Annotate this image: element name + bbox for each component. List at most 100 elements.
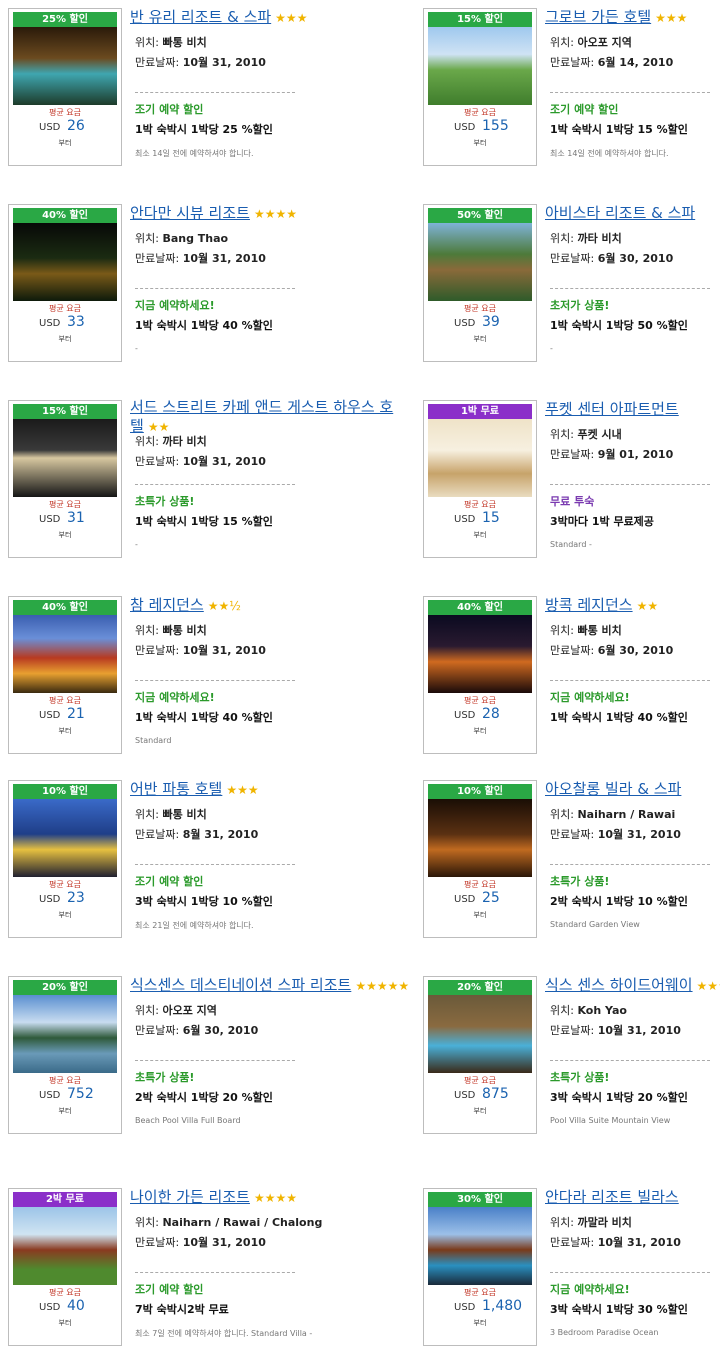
hotel-photo[interactable]: [428, 419, 532, 497]
promo-title: 지금 예약하세요!: [550, 1283, 630, 1296]
hotel-name-link[interactable]: 아오찰롱 빌라 & 스파: [545, 778, 681, 799]
divider: [135, 288, 295, 289]
divider: [550, 92, 710, 93]
location-row: 위치: 빠통 비치: [135, 806, 207, 822]
discount-badge: 10% 할인: [13, 784, 117, 799]
hotel-name-link[interactable]: 안다만 시뷰 리조트 ★★★★: [130, 202, 297, 223]
location-value: 빠통 비치: [162, 36, 207, 49]
hotel-thumbnail[interactable]: 10% 할인 평균 요금 USD 25 부터: [423, 780, 537, 938]
hotel-thumbnail[interactable]: 15% 할인 평균 요금 USD 155 부터: [423, 8, 537, 166]
expiry-label: 만료날짜:: [135, 56, 183, 69]
price-from: 부터: [58, 1319, 72, 1327]
price-currency: USD: [454, 514, 476, 525]
discount-badge: 20% 할인: [13, 980, 117, 995]
hotel-photo[interactable]: [13, 419, 117, 497]
room-note: Standard Garden View: [550, 920, 640, 929]
expiry-row: 만료날짜: 6월 14, 2010: [550, 54, 673, 70]
hotel-name: 식스 센스 하이드어웨이: [545, 976, 693, 994]
price-value: 28: [482, 706, 500, 722]
expiry-label: 만료날짜:: [135, 828, 183, 841]
price-label: 평균 요금: [464, 880, 496, 889]
hotel-photo[interactable]: [13, 1207, 117, 1285]
hotel-photo[interactable]: [13, 223, 117, 301]
hotel-name-link[interactable]: 푸켓 센터 아파트먼트: [545, 398, 679, 419]
hotel-name-link[interactable]: 그로브 가든 호텔 ★★★: [545, 6, 687, 27]
promo-title: 지금 예약하세요!: [135, 299, 215, 312]
star-rating-icon: ★★★★: [253, 207, 297, 221]
discount-badge: 40% 할인: [13, 600, 117, 615]
price-currency: USD: [454, 122, 476, 133]
hotel-name-link[interactable]: 방콕 레지던스 ★★: [545, 594, 658, 615]
hotel-thumbnail[interactable]: 40% 할인 평균 요금 USD 33 부터: [8, 204, 122, 362]
hotel-thumbnail[interactable]: 20% 할인 평균 요금 USD 752 부터: [8, 976, 122, 1134]
hotel-thumbnail[interactable]: 30% 할인 평균 요금 USD 1,480 부터: [423, 1188, 537, 1346]
location-value: Naiharn / Rawai: [577, 808, 676, 821]
hotel-thumbnail[interactable]: 1박 무료 평균 요금 USD 15 부터: [423, 400, 537, 558]
price-label: 평균 요금: [464, 500, 496, 509]
price-currency: USD: [39, 710, 61, 721]
hotel-name: 안다만 시뷰 리조트: [130, 204, 250, 222]
promo-title: 조기 예약 할인: [135, 103, 204, 116]
hotel-name: 아비스타 리조트 & 스파: [545, 204, 696, 222]
hotel-thumbnail[interactable]: 40% 할인 평균 요금 USD 28 부터: [423, 596, 537, 754]
hotel-name-link[interactable]: 나이한 가든 리조트 ★★★★: [130, 1186, 297, 1207]
hotel-name-link[interactable]: 식스 센스 하이드어웨이★★★★★: [545, 974, 720, 995]
hotel-photo[interactable]: [428, 799, 532, 877]
hotel-name-link[interactable]: 서드 스트리트 카페 앤드 게스트 하우스 호텔 ★★: [130, 398, 398, 437]
hotel-photo[interactable]: [13, 995, 117, 1073]
location-row: 위치: 까말라 비치: [550, 1214, 632, 1230]
divider: [550, 864, 710, 865]
hotel-card: 20% 할인평균 요금 USD 875 부터 식스 센스 하이드어웨이★★★★★ 위치: …: [419, 972, 720, 1134]
price-currency: USD: [39, 1090, 61, 1101]
hotel-photo[interactable]: [13, 799, 117, 877]
hotel-name-link[interactable]: 반 유리 리조트 & 스파 ★★★: [130, 6, 307, 27]
hotel-photo[interactable]: [428, 995, 532, 1073]
price-currency: USD: [454, 1302, 476, 1313]
hotel-thumbnail[interactable]: 50% 할인 평균 요금 USD 39 부터: [423, 204, 537, 362]
deal-description: 1박 숙박시 1박당 40 %할인: [550, 711, 688, 724]
expiry-value: 10월 31, 2010: [597, 828, 681, 841]
hotel-photo[interactable]: [428, 1207, 532, 1285]
location-row: 위치: Naiharn / Rawai / Chalong: [135, 1214, 322, 1230]
hotel-card: 10% 할인 평균 요금 USD 25 부터 아오찰롱 빌라 & 스파 위치: Naihar…: [419, 776, 719, 938]
expiry-label: 만료날짜:: [550, 252, 598, 265]
price-label: 평균 요금: [49, 108, 81, 117]
price-currency: USD: [39, 894, 61, 905]
promo-title: 지금 예약하세요!: [135, 691, 215, 704]
hotel-thumbnail[interactable]: 25% 할인 평균 요금 USD 26 부터: [8, 8, 122, 166]
promo-title: 지금 예약하세요!: [550, 691, 630, 704]
hotel-thumbnail[interactable]: 40% 할인 평균 요금 USD 21 부터: [8, 596, 122, 754]
hotel-photo[interactable]: [428, 223, 532, 301]
hotel-thumbnail[interactable]: 20% 할인 평균 요금 USD 875 부터: [423, 976, 537, 1134]
location-row: 위치: 아오포 지역: [135, 1002, 217, 1018]
price-from: 부터: [473, 335, 487, 343]
hotel-photo[interactable]: [13, 27, 117, 105]
expiry-value: 10월 31, 2010: [182, 644, 266, 657]
hotel-name-link[interactable]: 아비스타 리조트 & 스파: [545, 202, 695, 223]
price-from: 부터: [473, 531, 487, 539]
price-label: 평균 요금: [464, 108, 496, 117]
hotel-thumbnail[interactable]: 15% 할인 평균 요금 USD 31 부터: [8, 400, 122, 558]
location-label: 위치:: [550, 1004, 578, 1017]
hotel-photo[interactable]: [428, 615, 532, 693]
hotel-thumbnail[interactable]: 10% 할인 평균 요금 USD 23 부터: [8, 780, 122, 938]
room-note: -: [135, 344, 138, 353]
hotel-name-link[interactable]: 안다라 리조트 빌라스: [545, 1186, 679, 1207]
hotel-name-link[interactable]: 어반 파통 호텔 ★★★: [130, 778, 259, 799]
hotel-card: 40% 할인 평균 요금 USD 21 부터 참 레지던스 ★★½ 위치: 빠통 비치 만료날짜…: [4, 592, 304, 754]
discount-badge: 30% 할인: [428, 1192, 532, 1207]
deal-description: 3박마다 1박 무료제공: [550, 515, 654, 528]
expiry-label: 만료날짜:: [550, 1024, 598, 1037]
expiry-label: 만료날짜:: [135, 252, 183, 265]
divider: [550, 484, 710, 485]
hotel-photo[interactable]: [428, 27, 532, 105]
hotel-name-link[interactable]: 참 레지던스 ★★½: [130, 594, 241, 615]
hotel-photo[interactable]: [13, 615, 117, 693]
expiry-value: 10월 31, 2010: [182, 56, 266, 69]
price-label: 평균 요금: [464, 304, 496, 313]
hotel-thumbnail[interactable]: 2박 무료 평균 요금 USD 40 부터: [8, 1188, 122, 1346]
hotel-name-link[interactable]: 식스센스 데스티네이션 스파 리조트 ★★★★★: [130, 974, 409, 995]
expiry-label: 만료날짜:: [135, 1024, 183, 1037]
price-from: 부터: [473, 139, 487, 147]
price-currency: USD: [39, 1302, 61, 1313]
